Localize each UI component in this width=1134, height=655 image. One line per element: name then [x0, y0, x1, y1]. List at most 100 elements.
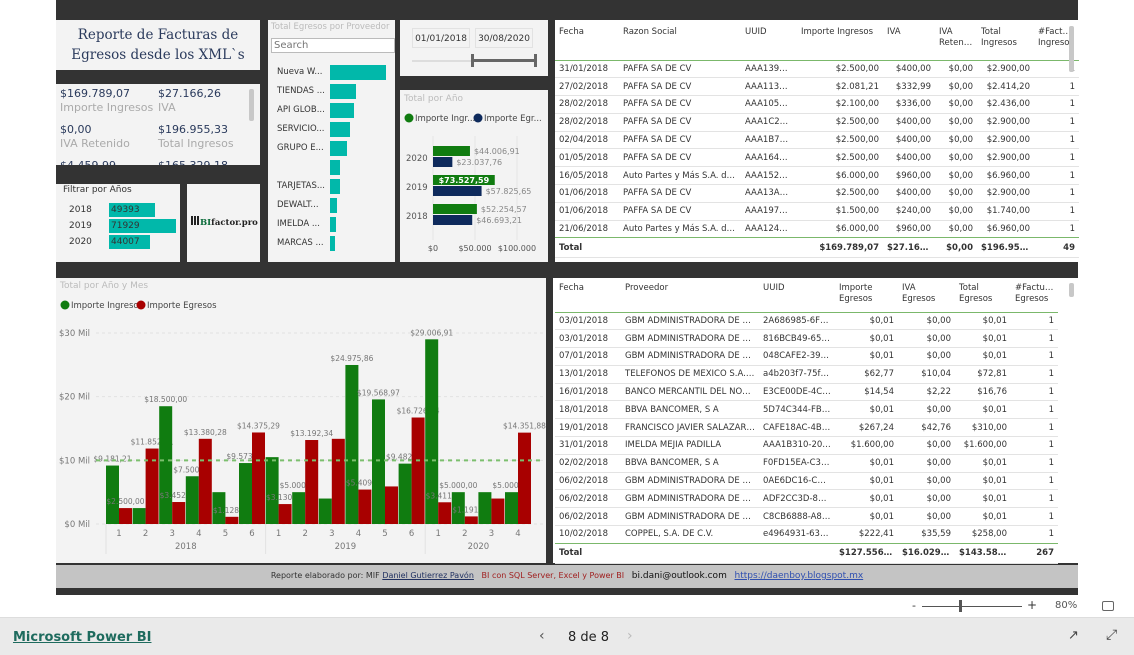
bar[interactable]: [119, 508, 132, 524]
table-row[interactable]: 16/05/2018 Auto Partes y Más S.A. de C.V.…: [555, 166, 1079, 185]
table-row[interactable]: 18/01/2018 BBVA BANCOMER, S A 5D74C344-FBF…: [555, 400, 1058, 419]
table-row[interactable]: 27/02/2018 PAFFA SA DE CV AAA1139E... $2.08…: [555, 77, 1079, 96]
fit-to-page-icon[interactable]: [1102, 601, 1114, 611]
column-header[interactable]: Fecha: [555, 278, 621, 312]
power-bi-link[interactable]: Microsoft Power BI: [13, 630, 151, 645]
table-row[interactable]: 02/04/2018 PAFFA SA DE CV AAA1B7C9... $2.50…: [555, 131, 1079, 149]
bar[interactable]: [198, 438, 212, 524]
bar[interactable]: [433, 186, 482, 196]
bar[interactable]: [225, 516, 239, 524]
bar[interactable]: [411, 417, 425, 524]
table-row[interactable]: 10/02/2018 COPPEL, S.A. DE C.V. e4964931-6…: [555, 525, 1058, 544]
bar[interactable]: [372, 399, 385, 524]
zoom-in-button[interactable]: +: [1027, 598, 1037, 612]
bar[interactable]: [278, 504, 292, 524]
bar[interactable]: [106, 465, 119, 524]
slider-handle-start[interactable]: [471, 54, 474, 67]
bar[interactable]: [331, 438, 345, 524]
column-header[interactable]: Importe Egresos: [835, 278, 898, 312]
bar[interactable]: [385, 486, 398, 524]
author-link[interactable]: Daniel Gutierrez Pavón: [382, 571, 474, 580]
table-row[interactable]: 01/06/2018 PAFFA SA DE CV AAA13A43... $2.50…: [555, 184, 1079, 203]
table-row[interactable]: 16/01/2018 BANCO MERCANTIL DEL NORTE ... E…: [555, 383, 1058, 401]
bar[interactable]: [464, 516, 478, 524]
bar[interactable]: [318, 498, 332, 524]
column-header[interactable]: Total Egresos: [955, 278, 1011, 312]
column-header[interactable]: #Facturas Egresos: [1011, 278, 1058, 312]
bar[interactable]: [491, 498, 505, 524]
bar[interactable]: [185, 476, 199, 524]
table-row[interactable]: 03/01/2018 GBM ADMINISTRADORA DE ACT... 81…: [555, 329, 1058, 348]
slider-handle-end[interactable]: [534, 54, 537, 67]
table-row[interactable]: 06/02/2018 GBM ADMINISTRADORA DE ACT... AD…: [555, 489, 1058, 508]
bar[interactable]: [172, 502, 186, 524]
column-header[interactable]: IVA Retenido: [935, 22, 977, 60]
table-row[interactable]: 19/01/2018 FRANCISCO JAVIER SALAZAR AR...…: [555, 418, 1058, 437]
bar[interactable]: [265, 457, 279, 524]
table-row[interactable]: 28/02/2018 PAFFA SA DE CV AAA105E1... $2.10…: [555, 95, 1079, 114]
bar[interactable]: [433, 157, 453, 167]
column-header[interactable]: IVA: [883, 22, 935, 60]
column-header[interactable]: UUID: [741, 22, 797, 60]
bar[interactable]: [358, 489, 372, 524]
bar[interactable]: [438, 502, 452, 524]
table-row[interactable]: 31/01/2018 PAFFA SA DE CV AAA13916... $2.50…: [555, 60, 1079, 78]
zoom-out-button[interactable]: -: [912, 599, 916, 612]
bar[interactable]: [433, 204, 477, 214]
proveedor-bar-row[interactable]: TIENDAS ...: [268, 83, 395, 100]
column-header[interactable]: UUID: [759, 278, 835, 312]
proveedor-bar-row[interactable]: DEWALT...: [268, 197, 395, 214]
table-row[interactable]: 21/06/2018 Auto Partes y Más S.A. de C.V.…: [555, 220, 1079, 238]
proveedor-bar-row[interactable]: MARCAS ...: [268, 235, 395, 252]
bar[interactable]: [505, 492, 518, 524]
scrollbar[interactable]: [1069, 283, 1074, 297]
scrollbar[interactable]: [1069, 26, 1074, 72]
bar[interactable]: [478, 492, 492, 524]
proveedor-bar-row[interactable]: Nueva W...: [268, 64, 395, 81]
previous-page-button[interactable]: ‹: [539, 628, 545, 644]
column-header[interactable]: Importe Ingresos: [797, 22, 883, 60]
year-filter-bar[interactable]: 44007: [109, 235, 150, 249]
column-header[interactable]: Total Ingresos: [977, 22, 1034, 60]
blog-link[interactable]: https://daenboy.blogspot.mx: [734, 571, 863, 581]
bar[interactable]: [305, 440, 319, 524]
table-row[interactable]: 01/06/2018 PAFFA SA DE CV AAA197ED... $1.50…: [555, 202, 1079, 221]
bar[interactable]: [292, 492, 306, 524]
year-filter-bar[interactable]: 49393: [109, 203, 155, 217]
fullscreen-icon[interactable]: ⤢: [1106, 627, 1117, 643]
bar[interactable]: [518, 432, 531, 524]
proveedor-bar-row[interactable]: [268, 159, 395, 176]
table-row[interactable]: 06/02/2018 GBM ADMINISTRADORA DE ACT... C8…: [555, 507, 1058, 526]
proveedor-bar-row[interactable]: SERVICIO...: [268, 121, 395, 138]
table-row[interactable]: 28/02/2018 PAFFA SA DE CV AAA1C2E3... $2.50…: [555, 113, 1079, 132]
start-date-input[interactable]: 01/01/2018: [412, 28, 470, 48]
proveedor-bar-row[interactable]: API GLOB...: [268, 102, 395, 119]
bar[interactable]: [398, 463, 412, 524]
table-row[interactable]: 31/01/2018 IMELDA MEJIA PADILLA AAA1B310-2…: [555, 436, 1058, 455]
end-date-input[interactable]: 30/08/2020: [475, 28, 533, 48]
proveedor-bar-row[interactable]: TARJETAS...: [268, 178, 395, 195]
column-header[interactable]: Razon Social: [619, 22, 741, 60]
scrollbar[interactable]: [249, 89, 254, 121]
table-row[interactable]: 03/01/2018 GBM ADMINISTRADORA DE ACT... 2A…: [555, 312, 1058, 330]
table-row[interactable]: 13/01/2018 TELEFONOS DE MEXICO S.A.B. D..…: [555, 365, 1058, 384]
bar[interactable]: [159, 406, 173, 524]
table-row[interactable]: 02/02/2018 BBVA BANCOMER, S A F0FD15EA-C32…: [555, 454, 1058, 473]
bar[interactable]: [132, 508, 146, 524]
date-range-selected[interactable]: [472, 59, 536, 62]
bar[interactable]: [433, 146, 470, 156]
column-header[interactable]: IVA Egresos: [898, 278, 955, 312]
share-icon[interactable]: ↗: [1068, 628, 1079, 643]
table-row[interactable]: 01/05/2018 PAFFA SA DE CV AAA164A6... $2.50…: [555, 148, 1079, 167]
proveedor-bar-row[interactable]: IMELDA ...: [268, 216, 395, 233]
table-row[interactable]: 06/02/2018 GBM ADMINISTRADORA DE ACT... 0A…: [555, 472, 1058, 490]
next-page-button[interactable]: ›: [627, 628, 633, 644]
table-row[interactable]: 07/01/2018 GBM ADMINISTRADORA DE ACT... 04…: [555, 347, 1058, 366]
bar[interactable]: [252, 432, 265, 524]
proveedor-bar-row[interactable]: GRUPO E...: [268, 140, 395, 157]
zoom-slider[interactable]: [922, 606, 1022, 607]
year-filter-bar[interactable]: 71929: [109, 219, 176, 233]
column-header[interactable]: Fecha: [555, 22, 619, 60]
bar[interactable]: [433, 215, 473, 225]
bar[interactable]: [239, 463, 252, 524]
